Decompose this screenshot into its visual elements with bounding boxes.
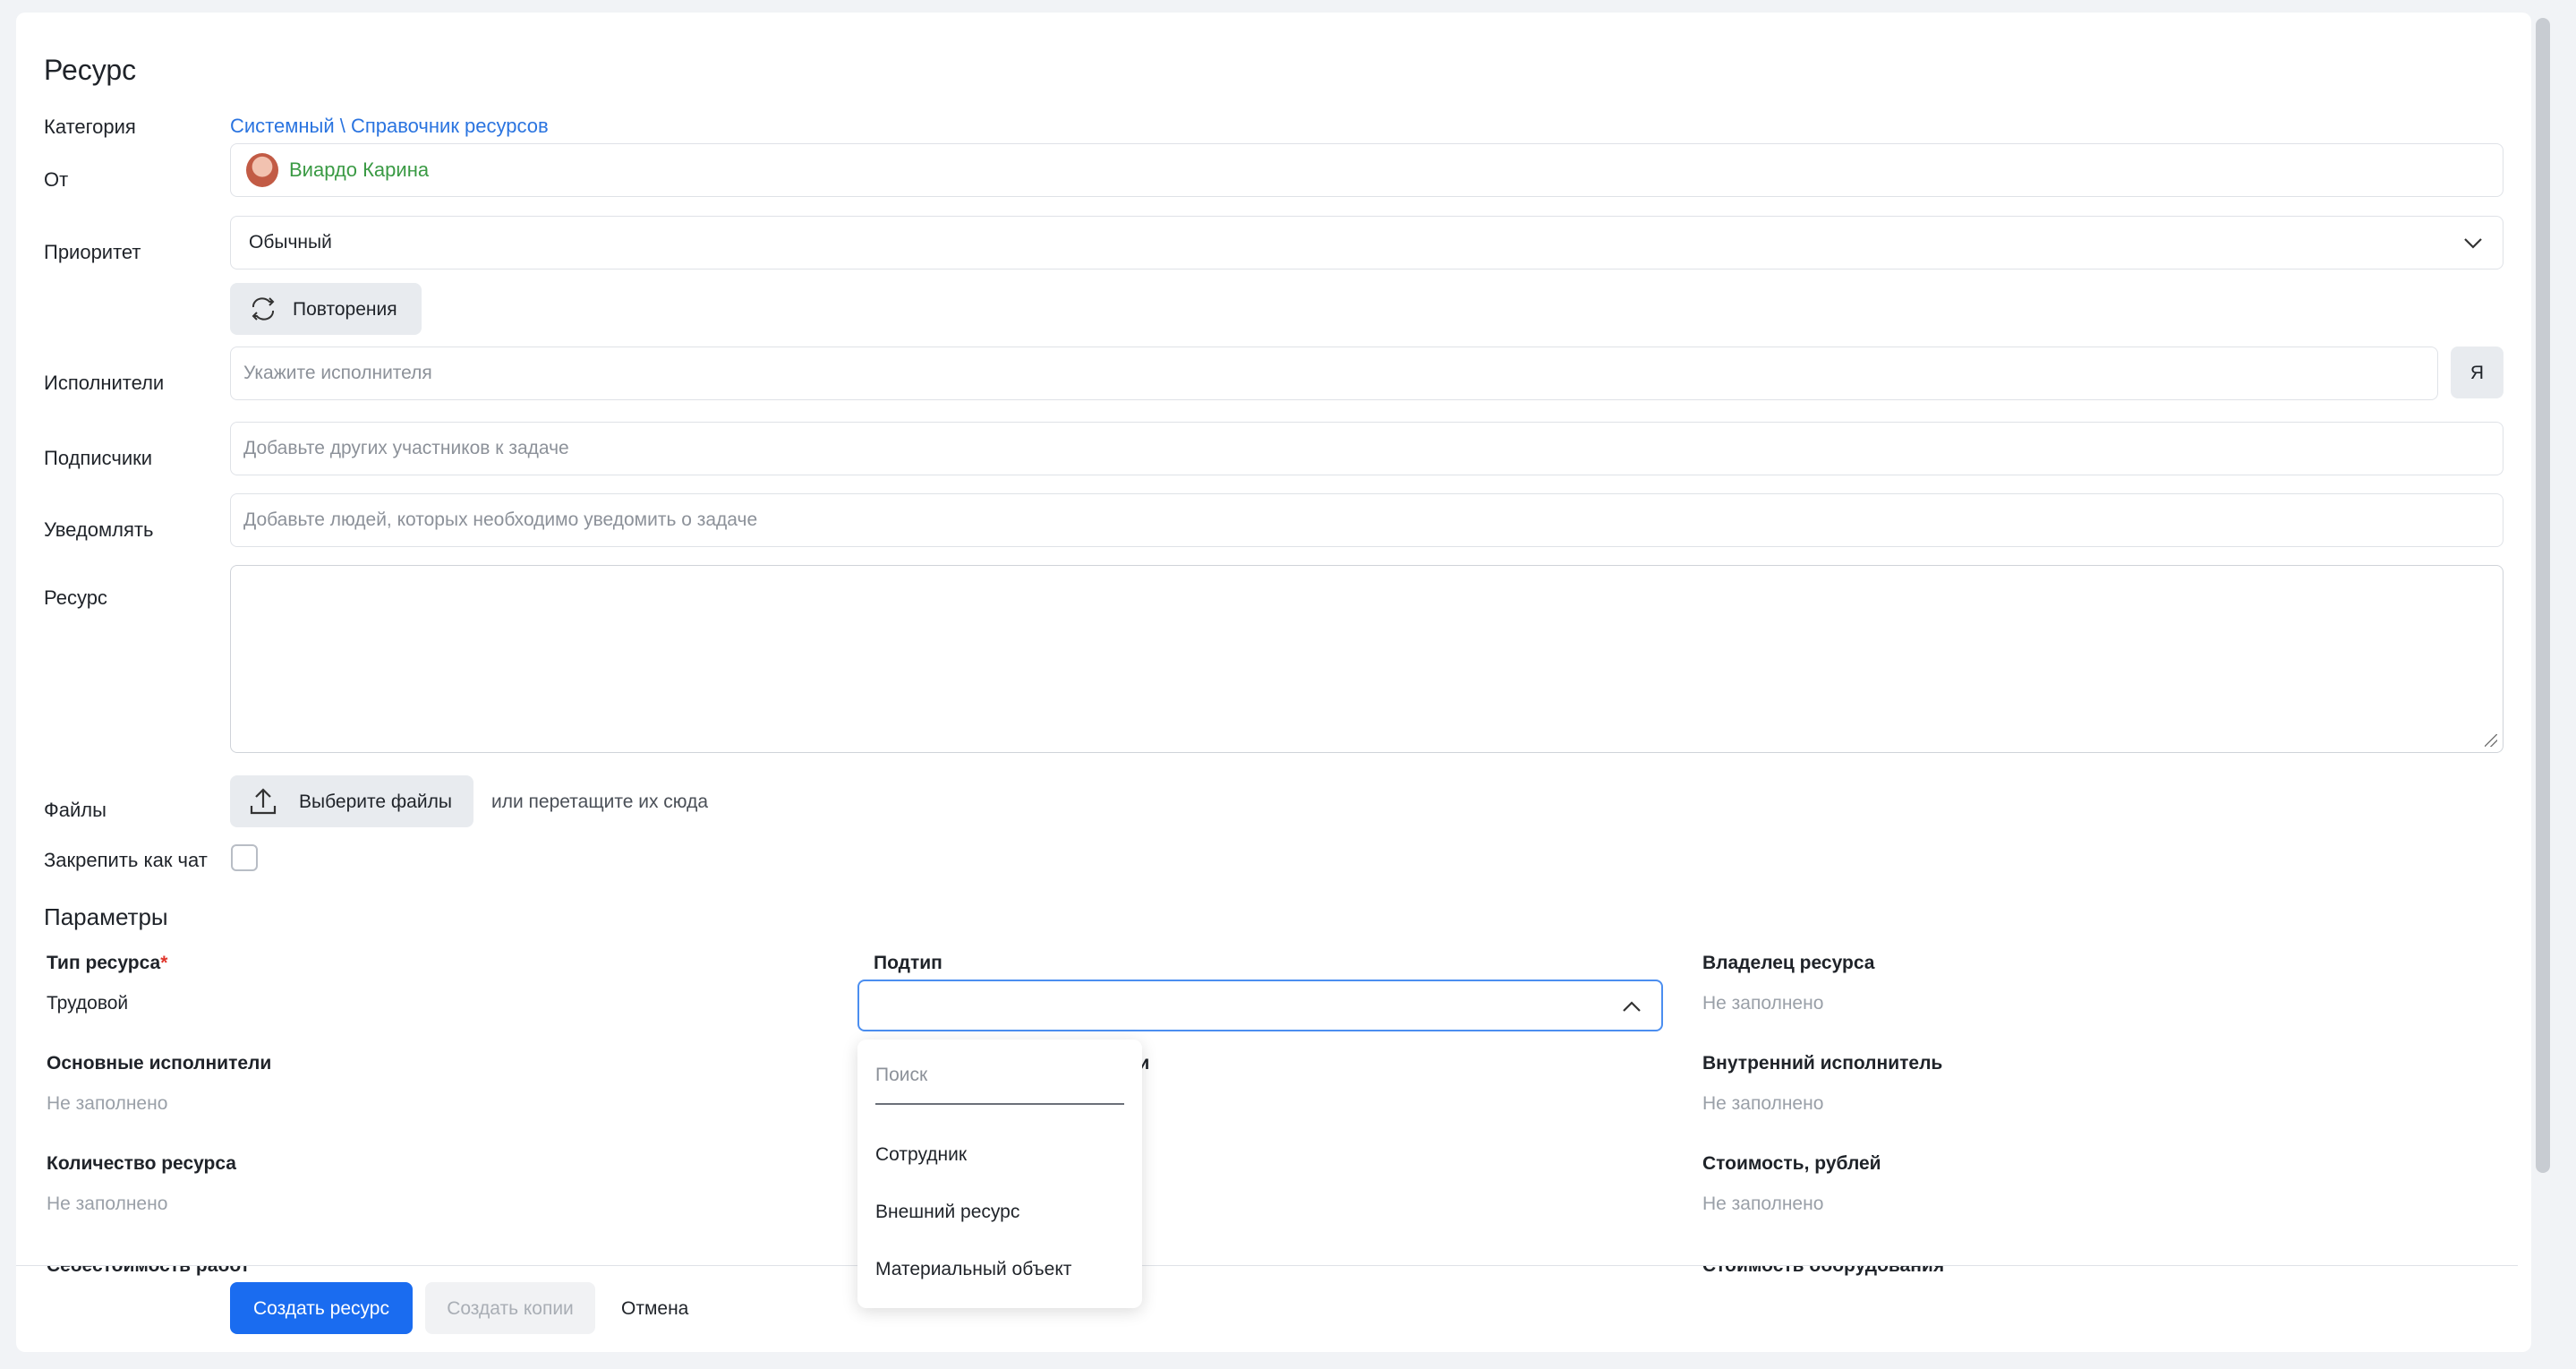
subtype-label: Подтип <box>874 953 943 973</box>
subscribers-placeholder: Добавьте других участников к задаче <box>243 438 569 458</box>
quantity-label: Количество ресурса <box>47 1153 236 1174</box>
priority-label: Приоритет <box>44 241 141 263</box>
assignees-placeholder: Укажите исполнителя <box>243 363 432 383</box>
quantity-value[interactable]: Не заполнено <box>47 1194 167 1215</box>
page-title: Ресурс <box>44 54 137 86</box>
subtype-dropdown: Поиск Сотрудник Внешний ресурс Материаль… <box>857 1040 1142 1308</box>
subscribers-label: Подписчики <box>44 447 153 469</box>
chevron-up-icon <box>1622 994 1642 1027</box>
owner-label: Владелец ресурса <box>1702 953 1875 973</box>
repeat-button-label: Повторения <box>293 299 397 320</box>
create-resource-button[interactable]: Создать ресурс <box>230 1282 413 1334</box>
internal-assignee-value[interactable]: Не заполнено <box>1702 1093 1823 1115</box>
pin-chat-checkbox[interactable] <box>231 844 258 871</box>
from-user-name[interactable]: Виардо Карина <box>289 158 429 182</box>
cancel-button[interactable]: Отмена <box>621 1298 688 1320</box>
resource-type-value[interactable]: Трудовой <box>47 993 128 1014</box>
subscribers-input[interactable]: Добавьте других участников к задаче <box>230 422 2503 475</box>
category-link[interactable]: Системный \ Справочник ресурсов <box>230 115 549 138</box>
params-section-title: Параметры <box>44 903 168 930</box>
chevron-down-icon <box>2463 229 2483 262</box>
dropdown-option[interactable]: Сотрудник <box>875 1144 967 1166</box>
files-label: Файлы <box>44 799 107 821</box>
resource-form-panel: Ресурс Категория Системный \ Справочник … <box>16 13 2531 1352</box>
create-copies-button[interactable]: Создать копии <box>425 1282 595 1334</box>
repeat-icon <box>248 295 278 328</box>
category-label: Категория <box>44 116 136 138</box>
main-assignees-value[interactable]: Не заполнено <box>47 1093 167 1115</box>
owner-value[interactable]: Не заполнено <box>1702 993 1823 1014</box>
internal-assignee-label: Внутренний исполнитель <box>1702 1053 1943 1074</box>
notify-label: Уведомлять <box>44 518 154 541</box>
repeat-button[interactable]: Повторения <box>230 283 422 335</box>
notify-placeholder: Добавьте людей, которых необходимо уведо… <box>243 509 758 530</box>
subtype-select[interactable] <box>857 980 1663 1031</box>
resource-type-label-text: Тип ресурса <box>47 953 161 973</box>
priority-value: Обычный <box>249 232 332 252</box>
assign-me-label: Я <box>2469 363 2485 383</box>
notify-input[interactable]: Добавьте людей, которых необходимо уведо… <box>230 493 2503 547</box>
create-resource-label: Создать ресурс <box>253 1298 389 1319</box>
footer-divider <box>16 1265 2518 1266</box>
upload-icon <box>248 786 278 822</box>
cost-label: Стоимость, рублей <box>1702 1153 1881 1174</box>
dropdown-option[interactable]: Материальный объект <box>875 1259 1071 1280</box>
resource-textarea[interactable] <box>230 565 2503 753</box>
pin-chat-label: Закрепить как чат <box>44 849 208 871</box>
choose-files-button[interactable]: Выберите файлы <box>230 775 473 827</box>
assignees-input[interactable]: Укажите исполнителя <box>230 347 2438 400</box>
from-field[interactable]: Виардо Карина <box>230 143 2503 197</box>
dropdown-search-input[interactable]: Поиск <box>875 1065 927 1086</box>
dropdown-search-underline <box>875 1103 1124 1105</box>
files-drop-hint: или перетащите их сюда <box>491 791 709 812</box>
choose-files-label: Выберите файлы <box>299 791 452 812</box>
dropdown-option[interactable]: Внешний ресурс <box>875 1202 1019 1223</box>
main-assignees-label: Основные исполнители <box>47 1053 272 1074</box>
assign-me-button[interactable]: Я <box>2451 347 2503 398</box>
resize-handle-icon[interactable] <box>2485 734 2497 747</box>
from-label: От <box>44 168 69 191</box>
resource-type-label: Тип ресурса* <box>47 953 167 974</box>
page-scrollbar[interactable] <box>2536 18 2550 1173</box>
resource-label: Ресурс <box>44 586 107 609</box>
assignees-label: Исполнители <box>44 372 165 394</box>
priority-select[interactable]: Обычный <box>230 216 2503 270</box>
required-mark: * <box>160 953 168 973</box>
avatar <box>246 153 278 187</box>
create-copies-label: Создать копии <box>447 1298 574 1319</box>
cost-value[interactable]: Не заполнено <box>1702 1194 1823 1215</box>
